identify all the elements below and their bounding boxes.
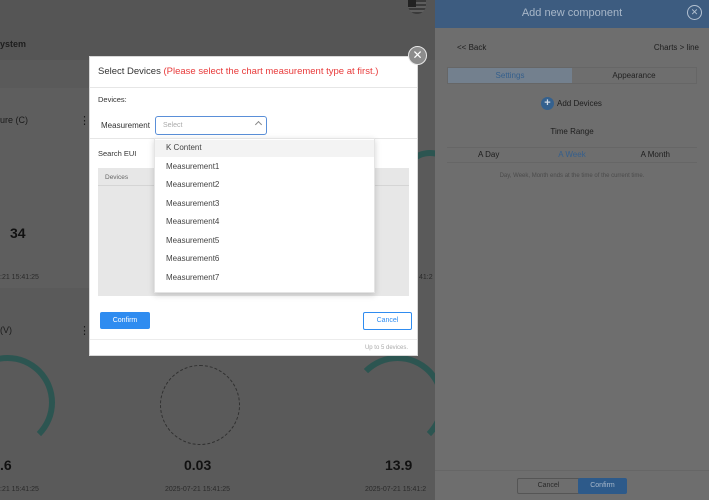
card-timestamp: 2025-07-21 15:41:2 bbox=[365, 486, 427, 493]
card-timestamp: :21 15:41:25 bbox=[0, 274, 39, 281]
measurement-dropdown: K Content Measurement1 Measurement2 Meas… bbox=[154, 138, 375, 293]
plus-icon: + bbox=[541, 97, 554, 110]
card-value: 13.9 bbox=[385, 457, 413, 473]
cancel-button[interactable]: Cancel bbox=[363, 312, 412, 330]
dropdown-option[interactable]: Measurement2 bbox=[166, 180, 219, 189]
dialog-warning: (Please select the chart measurement typ… bbox=[163, 66, 379, 77]
dialog-close-icon[interactable]: ✕ bbox=[408, 46, 427, 65]
time-range-tabs: A Day A Week A Month bbox=[447, 147, 697, 163]
card-label: (V) bbox=[0, 325, 12, 335]
dashboard-header bbox=[0, 0, 435, 60]
devices-label: Devices: bbox=[98, 95, 127, 104]
time-range-label: Time Range bbox=[550, 127, 594, 136]
back-link[interactable]: << Back bbox=[457, 43, 486, 52]
add-devices-label: Add Devices bbox=[557, 99, 602, 108]
dropdown-option[interactable]: Measurement6 bbox=[166, 254, 219, 263]
select-placeholder: Select bbox=[163, 122, 183, 129]
card-value: 34 bbox=[10, 225, 26, 241]
card-timestamp: 41:2 bbox=[419, 274, 433, 281]
card-label: ure (C) bbox=[0, 115, 29, 125]
card-value: .6 bbox=[0, 457, 12, 473]
gauge-arc bbox=[350, 355, 435, 450]
dropdown-option[interactable]: K Content bbox=[166, 143, 202, 152]
panel-tabs: Settings Appearance bbox=[447, 67, 697, 84]
card-value: 0.03 bbox=[184, 457, 212, 473]
gauge-arc bbox=[0, 355, 55, 450]
dropdown-option[interactable]: Measurement1 bbox=[166, 162, 219, 171]
gauge-ticks bbox=[160, 365, 240, 445]
search-eui-label: Search EUI bbox=[98, 149, 137, 158]
system-title: ystem bbox=[0, 39, 27, 49]
range-day[interactable]: A Day bbox=[447, 148, 530, 162]
tab-settings[interactable]: Settings bbox=[448, 68, 572, 83]
range-month[interactable]: A Month bbox=[614, 148, 697, 162]
panel-cancel-button[interactable]: Cancel bbox=[517, 478, 580, 494]
add-devices-button[interactable]: + Add Devices bbox=[541, 97, 602, 110]
measurement-select[interactable]: Select bbox=[155, 116, 267, 135]
range-week[interactable]: A Week bbox=[530, 148, 613, 162]
table-header-devices: Devices bbox=[105, 174, 129, 181]
divider bbox=[90, 87, 417, 88]
dialog-title: Select Devices (Please select the chart … bbox=[98, 66, 378, 77]
divider bbox=[90, 339, 417, 340]
dropdown-option[interactable]: Measurement7 bbox=[166, 273, 219, 282]
dropdown-option[interactable]: Measurement3 bbox=[166, 199, 219, 208]
device-limit-note: Up to 5 devices. bbox=[364, 345, 408, 351]
dialog-title-text: Select Devices bbox=[98, 66, 161, 77]
add-component-panel: Add new component ✕ << Back Charts > lin… bbox=[435, 0, 709, 500]
chevron-up-icon bbox=[254, 120, 263, 129]
tab-appearance[interactable]: Appearance bbox=[572, 68, 696, 83]
panel-confirm-button[interactable]: Confirm bbox=[578, 478, 627, 494]
confirm-button[interactable]: Confirm bbox=[100, 312, 150, 329]
range-note: Day, Week, Month ends at the time of the… bbox=[499, 173, 645, 179]
breadcrumb: Charts > line bbox=[653, 43, 699, 52]
dropdown-option[interactable]: Measurement5 bbox=[166, 236, 219, 245]
dropdown-option[interactable]: Measurement4 bbox=[166, 217, 219, 226]
card-timestamp: 2025-07-21 15:41:25 bbox=[165, 486, 230, 493]
close-icon[interactable]: ✕ bbox=[687, 5, 702, 20]
measurement-label: Measurement bbox=[101, 121, 150, 130]
panel-title: Add new component bbox=[521, 7, 623, 19]
card-timestamp: :21 15:41:25 bbox=[0, 486, 39, 493]
